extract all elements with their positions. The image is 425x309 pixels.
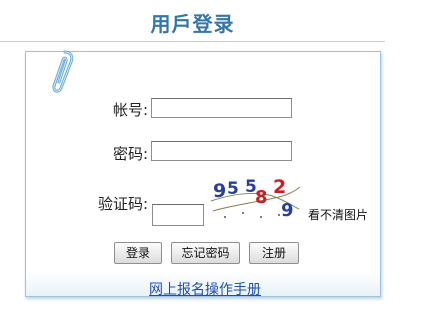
password-label: 密码: (112, 145, 148, 163)
page-title: 用戶登录 (150, 12, 235, 36)
captcha-char: 8 (255, 187, 268, 208)
captcha-char: 5 (227, 179, 239, 199)
captcha-image[interactable]: 9 5 5 8 2 9 (209, 173, 301, 221)
manual-link[interactable]: 网上报名操作手册 (0, 279, 410, 299)
captcha-label: 验证码: (97, 195, 148, 213)
captcha-input[interactable] (152, 204, 204, 226)
captcha-char: 2 (273, 176, 286, 198)
login-button[interactable]: 登录 (114, 242, 162, 264)
account-input[interactable] (151, 98, 292, 118)
title-divider (0, 41, 385, 42)
paperclip-icon (52, 50, 74, 93)
captcha-char: 9 (281, 200, 294, 221)
password-input[interactable] (151, 141, 292, 161)
account-label: 帐号: (112, 101, 148, 119)
forgot-password-button[interactable]: 忘记密码 (171, 242, 240, 264)
captcha-char: 9 (213, 180, 226, 202)
captcha-refresh-link[interactable]: 看不清图片 (308, 206, 368, 223)
register-button[interactable]: 注册 (249, 242, 299, 264)
